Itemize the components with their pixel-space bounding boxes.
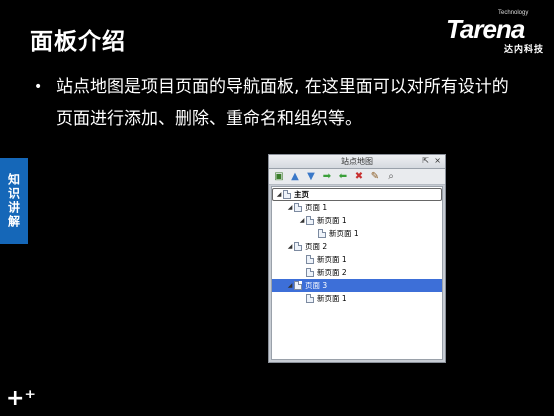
page-icon [306,255,314,264]
panel-toolbar: ▣ ▲ ▼ ➡ ⬅ ✖ ✎ ⌕ [269,169,445,185]
page-icon [318,229,326,238]
tree-node-label: 页面 3 [305,281,328,290]
tree-node[interactable]: ◢ 页面 3 [272,279,442,292]
side-tab-label: 知识讲解 [6,173,21,229]
tree-node-label: 新页面 1 [317,294,347,303]
expand-triangle-icon[interactable]: ◢ [275,191,283,198]
page-icon [294,242,302,251]
tree-node-label: 页面 2 [305,242,328,251]
tree-node[interactable]: 新页面 1 [272,227,442,240]
sitemap-tree: ◢ 主页 ◢ 页面 1 ◢ 新页面 1 新页面 1 ◢ 页面 2 新页面 1 新页面 2 ◢ 页面 3新… [271,186,443,360]
tarena-logo: Technology Tarena 达内科技 [446,10,546,55]
tree-node-label: 新页面 2 [317,268,347,277]
sitemap-panel: 站点地图 ⇱ × ▣ ▲ ▼ ➡ ⬅ ✖ ✎ ⌕ ◢ 主页 ◢ 页面 1 ◢ 新页面 1 新页面 1 ◢ 页面… [268,154,446,363]
plus-decoration-icon: +⁺ [6,386,37,411]
tree-node[interactable]: ◢ 页面 1 [272,201,442,214]
tree-node-label: 页面 1 [305,203,328,212]
bullet-text: 站点地图是项目页面的导航面板, 在这里面可以对所有设计的页面进行添加、删除、重命… [56,77,509,129]
tree-node[interactable]: ◢ 新页面 1 [272,214,442,227]
panel-title: 站点地图 [341,157,373,166]
page-icon [283,190,291,199]
logo-cn-text: 达内科技 [503,45,544,55]
page-icon [294,203,302,212]
expand-triangle-icon[interactable]: ◢ [298,217,306,224]
page-icon [306,294,314,303]
indent-icon[interactable]: ➡ [320,170,334,183]
logo-word: Tarena [446,14,525,44]
slide-title: 面板介绍 [30,29,126,55]
page-icon [294,281,302,290]
search-icon[interactable]: ⌕ [384,170,398,183]
pin-icon[interactable]: ⇱ [422,156,429,165]
tree-node-label: 新页面 1 [329,229,359,238]
tree-node[interactable]: ◢ 主页 [272,188,442,201]
side-tab: 知识讲解 [0,158,28,244]
expand-triangle-icon[interactable]: ◢ [286,243,294,250]
outdent-icon[interactable]: ⬅ [336,170,350,183]
page-icon [306,216,314,225]
bullet-dot: • [34,79,43,95]
delete-icon[interactable]: ✖ [352,170,366,183]
tree-node-label: 新页面 1 [317,255,347,264]
expand-triangle-icon[interactable]: ◢ [286,282,294,289]
tree-node[interactable]: ◢ 页面 2 [272,240,442,253]
tree-node-label: 主页 [294,190,309,199]
move-down-icon[interactable]: ▼ [304,170,318,183]
tree-node[interactable]: 新页面 1 [272,292,442,305]
tree-node-label: 新页面 1 [317,216,347,225]
move-up-icon[interactable]: ▲ [288,170,302,183]
close-icon[interactable]: × [434,156,441,165]
page-icon [306,268,314,277]
rename-icon[interactable]: ✎ [368,170,382,183]
tree-node[interactable]: 新页面 1 [272,253,442,266]
expand-triangle-icon[interactable]: ◢ [286,204,294,211]
add-page-icon[interactable]: ▣ [272,170,286,183]
tree-node[interactable]: 新页面 2 [272,266,442,279]
panel-header: 站点地图 ⇱ × [269,155,445,169]
